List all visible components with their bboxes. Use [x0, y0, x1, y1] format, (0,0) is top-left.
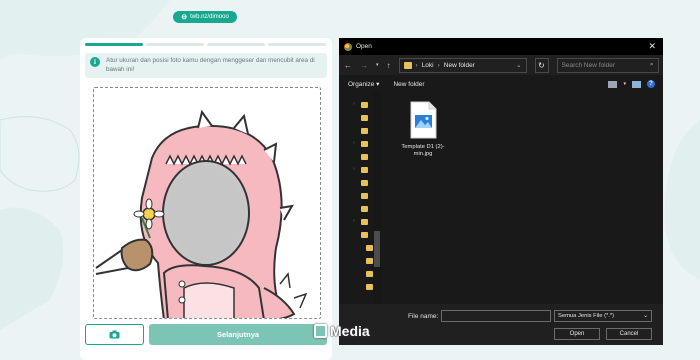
tree-folder-icon[interactable] — [361, 128, 368, 134]
dialog-body: › › › › Template D1 (2)-min.jpg — [339, 93, 663, 304]
refresh-button[interactable]: ↻ — [534, 57, 549, 73]
photo-frame-area[interactable]: ↺ ↻ — [93, 87, 321, 319]
tree-chevron-icon: › — [353, 101, 355, 107]
tree-folder-icon[interactable] — [361, 141, 368, 147]
progress-step — [207, 43, 265, 46]
view-options-chevron-icon[interactable]: ▾ — [623, 81, 626, 87]
info-icon: i — [90, 57, 100, 67]
address-bar[interactable]: › Loki › New folder ⌄ — [398, 57, 527, 73]
scrollbar-thumb[interactable] — [374, 231, 380, 267]
tree-folder-icon[interactable] — [361, 193, 368, 199]
organize-menu[interactable]: Organize ▾ — [348, 80, 379, 88]
file-name-label: File name: — [408, 313, 439, 320]
tree-chevron-icon: › — [353, 140, 355, 146]
file-name: Template D1 (2)-min.jpg — [401, 144, 445, 157]
file-item[interactable]: Template D1 (2)-min.jpg — [401, 101, 445, 158]
url-text: twb.nz/dimooo — [190, 14, 229, 20]
tree-folder-icon[interactable] — [366, 245, 373, 251]
search-icon: ⌕ — [649, 61, 654, 68]
tree-folder-icon[interactable] — [361, 219, 368, 225]
tree-folder-icon[interactable] — [361, 180, 368, 186]
file-type-select[interactable]: Semua Jenis File (*.*) ⌄ — [554, 310, 652, 322]
progress-step — [85, 43, 143, 46]
close-button[interactable]: ✕ — [648, 41, 656, 52]
tree-folder-icon[interactable] — [366, 258, 373, 264]
open-file-dialog: Open ✕ ← → ▾ ↑ › Loki › New folder ⌄ ↻ S… — [339, 38, 663, 345]
dialog-titlebar: Open ✕ — [339, 38, 663, 55]
breadcrumb-separator: › — [437, 61, 440, 69]
tree-folder-icon[interactable] — [361, 154, 368, 160]
chevron-down-icon: ⌄ — [643, 313, 648, 319]
dinosaur-frame-illustration — [95, 109, 308, 318]
tree-folder-icon[interactable] — [361, 206, 368, 212]
new-folder-button[interactable]: New folder — [393, 81, 424, 88]
command-bar: Organize ▾ New folder ▾ ? — [339, 75, 663, 93]
breadcrumb-new-folder[interactable]: New folder — [444, 62, 475, 69]
back-arrow-icon[interactable]: ← — [344, 61, 352, 70]
link-icon: ⊖ — [181, 14, 188, 21]
change-view-icon[interactable] — [608, 80, 618, 88]
file-type-value: Semua Jenis File (*.*) — [558, 313, 615, 319]
next-button[interactable]: Selanjutnya — [149, 324, 327, 345]
up-arrow-icon[interactable]: ↑ — [387, 61, 391, 70]
tree-folder-icon[interactable] — [361, 115, 368, 121]
tree-chevron-icon: › — [353, 166, 355, 172]
tree-folder-icon[interactable] — [366, 271, 373, 277]
tree-folder-icon[interactable] — [361, 232, 368, 238]
watermark: Media — [314, 323, 370, 339]
chevron-down-icon[interactable]: ⌄ — [516, 61, 521, 69]
cancel-button[interactable]: Cancel — [606, 328, 652, 340]
dialog-title: Open — [356, 43, 372, 50]
dialog-navigation-bar: ← → ▾ ↑ › Loki › New folder ⌄ ↻ Search N… — [339, 55, 663, 75]
progress-step — [146, 43, 204, 46]
image-file-icon — [410, 101, 437, 139]
refresh-icon: ↻ — [538, 60, 545, 70]
photo-editor-card: i Atur ukuran dan posisi foto kamu denga… — [80, 38, 332, 360]
file-name-input[interactable] — [441, 310, 551, 322]
url-pill[interactable]: ⊖ twb.nz/dimooo — [173, 11, 237, 23]
tree-folder-icon[interactable] — [361, 102, 368, 108]
watermark-text: Media — [330, 323, 370, 339]
info-text: Atur ukuran dan posisi foto kamu dengan … — [106, 57, 315, 73]
navigation-tree[interactable]: › › › › — [339, 93, 384, 304]
folder-icon — [403, 61, 412, 69]
open-button[interactable]: Open — [554, 328, 600, 340]
preview-pane-icon[interactable] — [632, 80, 641, 88]
progress-steps — [85, 43, 326, 46]
file-list: Template D1 (2)-min.jpg — [384, 93, 663, 304]
progress-step — [268, 43, 326, 46]
tree-chevron-icon: › — [353, 218, 355, 224]
camera-button[interactable] — [85, 324, 144, 345]
search-input[interactable]: Search New folder ⌕ — [556, 57, 659, 73]
chrome-icon — [344, 42, 352, 51]
breadcrumb-loki[interactable]: Loki — [422, 62, 434, 69]
recent-locations-chevron-icon[interactable]: ▾ — [376, 62, 379, 68]
camera-icon — [109, 330, 120, 339]
info-banner: i Atur ukuran dan posisi foto kamu denga… — [85, 53, 327, 78]
search-placeholder: Search New folder — [561, 61, 615, 69]
media-logo-icon — [314, 324, 327, 338]
tree-folder-icon[interactable] — [361, 167, 368, 173]
forward-arrow-icon[interactable]: → — [360, 61, 368, 70]
dialog-footer: File name: Semua Jenis File (*.*) ⌄ Open… — [339, 304, 663, 345]
help-icon[interactable]: ? — [647, 80, 655, 88]
tree-folder-icon[interactable] — [366, 284, 373, 290]
tree-scrollbar[interactable] — [373, 93, 381, 304]
